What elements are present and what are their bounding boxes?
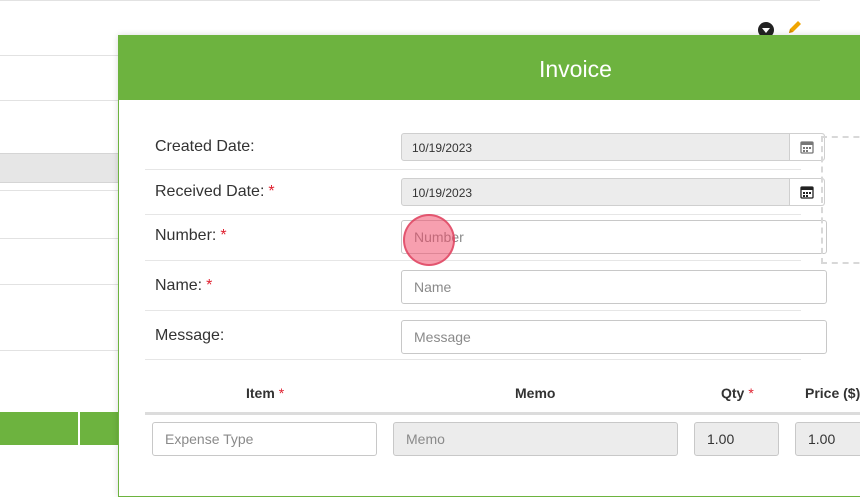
created-date-value: 10/19/2023 — [412, 141, 473, 155]
number-label: Number: * — [155, 227, 227, 245]
message-input[interactable] — [401, 320, 827, 354]
background-divider — [0, 55, 130, 56]
background-divider — [0, 284, 130, 285]
background-divider — [0, 238, 130, 239]
created-date-calendar-button[interactable] — [789, 134, 824, 160]
background-green-bar — [0, 412, 130, 445]
created-date-label: Created Date: — [155, 138, 255, 156]
required-marker: * — [206, 277, 213, 294]
received-date-calendar-button[interactable] — [789, 179, 824, 205]
name-label: Name: * — [155, 277, 212, 295]
name-label-text: Name: — [155, 277, 203, 294]
attachment-dropzone[interactable] — [821, 136, 860, 264]
price-input[interactable] — [795, 422, 860, 456]
name-input[interactable] — [401, 270, 827, 304]
memo-input[interactable] — [393, 422, 678, 456]
name-row: Name: * — [145, 261, 827, 311]
required-marker: * — [268, 183, 275, 200]
memo-column-header: Memo — [515, 385, 556, 401]
qty-header-text: Qty — [721, 385, 745, 401]
number-label-text: Number: — [155, 227, 217, 244]
qty-input[interactable] — [694, 422, 779, 456]
message-row: Message: — [145, 311, 827, 360]
number-row: Number: * — [145, 215, 827, 261]
required-marker: * — [220, 227, 227, 244]
received-date-label: Received Date: * — [155, 183, 275, 201]
message-label: Message: — [155, 327, 224, 345]
required-marker: * — [278, 385, 285, 401]
line-items-header: Item * Memo Qty * Price ($) — [145, 376, 860, 415]
price-column-header: Price ($) — [805, 385, 860, 401]
qty-column-header: Qty * — [721, 385, 754, 401]
created-date-field[interactable]: 10/19/2023 — [401, 133, 825, 161]
calendar-icon — [800, 141, 814, 154]
modal-title: Invoice — [539, 56, 612, 82]
expense-type-input[interactable] — [152, 422, 377, 456]
number-input[interactable] — [401, 220, 827, 254]
message-label-text: Message: — [155, 327, 225, 344]
pencil-icon[interactable] — [786, 18, 804, 36]
calendar-icon — [800, 186, 814, 199]
background-green-separator — [78, 412, 80, 445]
click-indicator — [403, 214, 455, 266]
modal-header: Invoice — [119, 36, 860, 100]
required-marker: * — [748, 385, 754, 401]
received-date-label-text: Received Date: — [155, 183, 265, 200]
background-divider — [0, 350, 130, 351]
background-divider — [0, 190, 130, 191]
created-date-label-text: Created Date: — [155, 138, 255, 155]
received-date-row: Received Date: * 10/19/2023 — [145, 170, 825, 215]
background-divider — [0, 0, 820, 1]
item-header-text: Item — [246, 385, 275, 401]
received-date-field[interactable]: 10/19/2023 — [401, 178, 825, 206]
background-divider — [0, 100, 130, 101]
item-column-header: Item * — [246, 385, 284, 401]
background-table-header — [0, 153, 130, 183]
received-date-value: 10/19/2023 — [412, 186, 473, 200]
created-date-row: Created Date: 10/19/2023 — [145, 123, 825, 170]
invoice-modal: Invoice Created Date: 10/19/2023 Receive… — [118, 35, 860, 497]
